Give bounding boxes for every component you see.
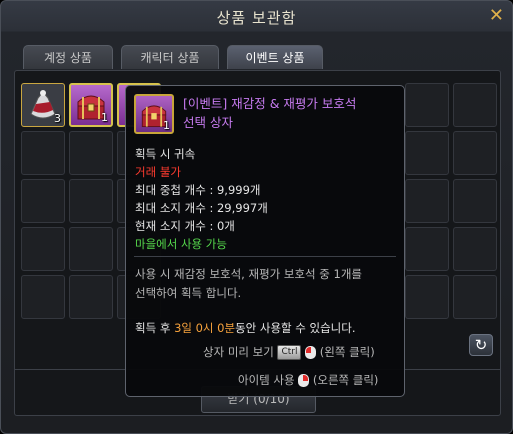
item-slot[interactable]: [405, 83, 449, 127]
item-slot[interactable]: [405, 179, 449, 223]
tooltip-desc-line2: 선택하여 획득 합니다.: [135, 286, 242, 300]
item-slot[interactable]: [21, 131, 65, 175]
tooltip-name-line1: [이벤트] 재감정 & 재평가 보호석: [183, 96, 357, 111]
tooltip-desc-line1: 사용 시 재감정 보호석, 재평가 보호석 중 1개를: [135, 267, 362, 281]
storage-window: 상품 보관함 ✕ 계정 상품 캐릭터 상품 이벤트 상품 3 1 ↻ 받기 (0…: [0, 0, 513, 434]
tooltip-item-icon: 1: [134, 94, 174, 134]
item-slot[interactable]: [405, 275, 449, 319]
item-slot[interactable]: [453, 227, 497, 271]
tooltip-name-line2: 선택 상자: [183, 115, 233, 130]
tooltip-max-own: 최대 소지 개수 : 29,997개: [135, 201, 268, 215]
item-slot[interactable]: [405, 227, 449, 271]
tooltip-bind: 획득 시 귀속: [135, 147, 196, 161]
mouse-left-click-icon: [305, 346, 317, 359]
window-title: 상품 보관함: [216, 9, 297, 27]
tab-event-items[interactable]: 이벤트 상품: [227, 45, 323, 69]
tooltip-use: 아이템 사용 (오른쪽 클릭): [238, 373, 379, 387]
item-chest-selected[interactable]: 1: [69, 83, 113, 127]
item-slot[interactable]: [69, 227, 113, 271]
ctrl-key-icon: Ctrl: [277, 345, 302, 360]
item-count: 1: [101, 111, 108, 124]
refresh-icon: ↻: [474, 336, 488, 354]
close-icon[interactable]: ✕: [489, 7, 504, 25]
item-slot[interactable]: [21, 179, 65, 223]
tooltip-current-own: 현재 소지 개수 : 0개: [135, 219, 235, 233]
item-slot[interactable]: [69, 131, 113, 175]
item-slot[interactable]: [453, 179, 497, 223]
mouse-right-click-icon: [298, 374, 310, 387]
item-slot[interactable]: [69, 179, 113, 223]
tooltip-trade: 거래 불가: [135, 165, 181, 179]
item-pouch[interactable]: 3: [21, 83, 65, 127]
tooltip-preview: 상자 미리 보기 Ctrl (왼쪽 클릭): [203, 345, 375, 360]
item-slot[interactable]: [69, 275, 113, 319]
item-slot[interactable]: [453, 83, 497, 127]
item-slot[interactable]: [21, 227, 65, 271]
tab-account-items[interactable]: 계정 상품: [23, 45, 113, 69]
tooltip-item-count: 1: [163, 119, 170, 132]
refresh-button[interactable]: ↻: [469, 334, 493, 356]
tab-character-items[interactable]: 캐릭터 상품: [121, 45, 219, 69]
item-slot[interactable]: [453, 131, 497, 175]
item-slot[interactable]: [405, 131, 449, 175]
tooltip-max-stack: 최대 중첩 개수 : 9,999개: [135, 183, 261, 197]
item-count: 3: [54, 112, 61, 125]
tooltip-expire: 획득 후 3일 0시 0분동안 사용할 수 있습니다.: [135, 321, 356, 335]
tooltip-item-name: [이벤트] 재감정 & 재평가 보호석 선택 상자: [183, 94, 398, 132]
tooltip-divider: [134, 256, 396, 257]
item-slot[interactable]: [453, 275, 497, 319]
tooltip-expire-time: 3일 0시 0분: [174, 321, 236, 335]
item-tooltip: 1 [이벤트] 재감정 & 재평가 보호석 선택 상자 획득 시 귀속 거래 불…: [125, 85, 405, 397]
tooltip-usable: 마을에서 사용 가능: [135, 237, 227, 251]
item-slot[interactable]: [21, 275, 65, 319]
